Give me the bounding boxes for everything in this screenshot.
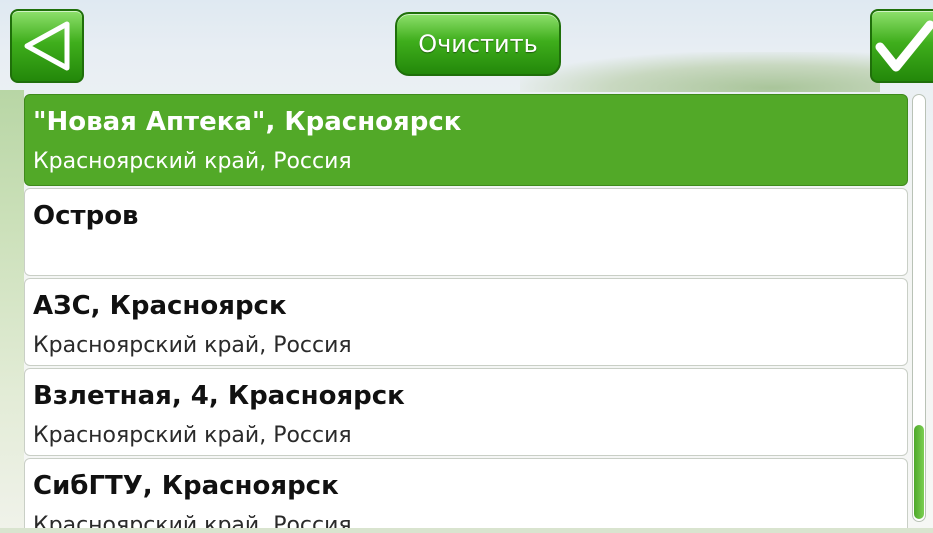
list-item[interactable]: АЗС, Красноярск Красноярский край, Росси… [24, 278, 908, 366]
bottom-edge [0, 528, 933, 533]
clear-button-label: Очистить [418, 30, 538, 58]
list-item-subtitle: Красноярский край, Россия [33, 149, 352, 174]
list-item-subtitle: Красноярский край, Россия [33, 513, 352, 528]
list-item-title: АЗС, Красноярск [33, 291, 287, 321]
background-strip [0, 90, 24, 530]
list-item-subtitle: Красноярский край, Россия [33, 333, 352, 358]
list-item-title: СибГТУ, Красноярск [33, 471, 339, 501]
clear-button[interactable]: Очистить [395, 12, 561, 76]
list-item[interactable]: Остров [24, 188, 908, 276]
back-button[interactable] [10, 9, 84, 83]
list-item-title: Взлетная, 4, Красноярск [33, 381, 405, 411]
results-list[interactable]: "Новая Аптека", Красноярск Красноярский … [22, 92, 912, 528]
background-landscape [520, 52, 880, 92]
list-item[interactable]: Взлетная, 4, Красноярск Красноярский кра… [24, 368, 908, 456]
scrollbar[interactable] [912, 94, 926, 522]
list-item-title: Остров [33, 201, 139, 231]
list-item[interactable]: "Новая Аптека", Красноярск Красноярский … [24, 94, 908, 186]
list-item[interactable]: СибГТУ, Красноярск Красноярский край, Ро… [24, 458, 908, 528]
confirm-button[interactable] [870, 9, 933, 83]
list-item-title: "Новая Аптека", Красноярск [33, 107, 462, 137]
scrollbar-thumb[interactable] [914, 425, 924, 519]
list-item-subtitle: Красноярский край, Россия [33, 423, 352, 448]
